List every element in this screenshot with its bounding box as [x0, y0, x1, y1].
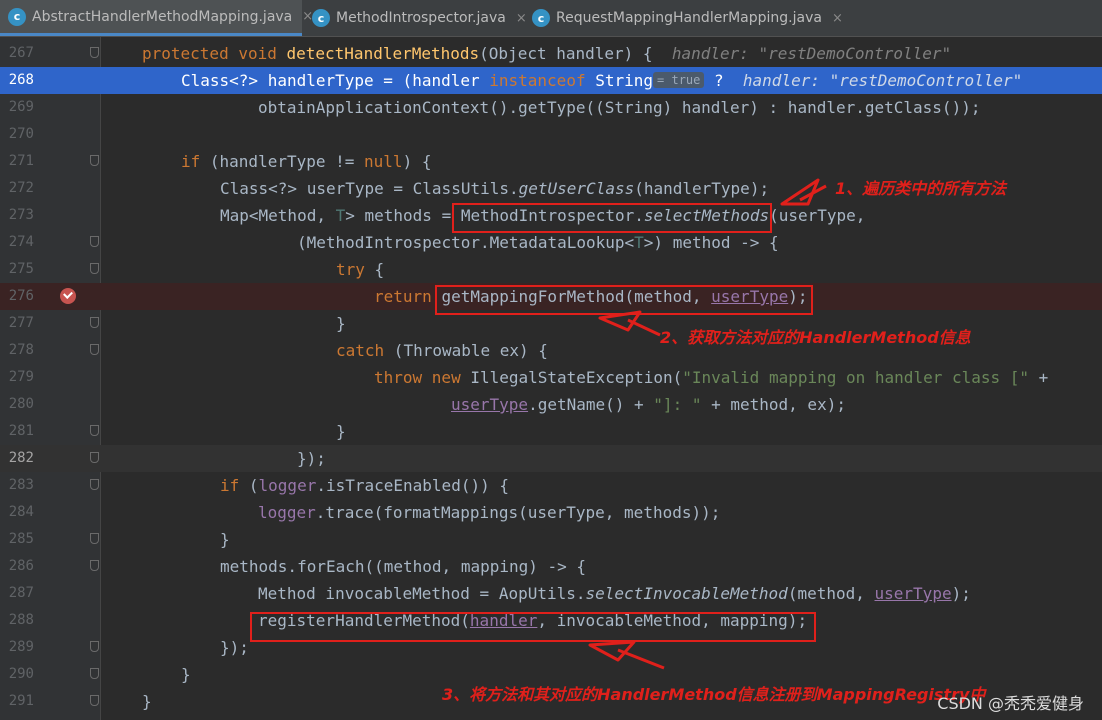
- fold-icon[interactable]: [90, 533, 99, 544]
- annotation-step-2: 2、获取方法对应的HandlerMethod信息: [660, 328, 971, 347]
- editor-tab-bar: c AbstractHandlerMethodMapping.java × c …: [0, 0, 1102, 37]
- code-text: Class<?> userType = ClassUtils.getUserCl…: [220, 179, 770, 198]
- fold-icon[interactable]: [90, 668, 99, 679]
- java-class-icon: c: [312, 9, 330, 27]
- code-line[interactable]: 285 }: [0, 526, 1102, 553]
- code-text: (MethodIntrospector.MetadataLookup<T>) m…: [297, 233, 779, 252]
- tab-label: AbstractHandlerMethodMapping.java: [32, 8, 293, 25]
- fold-icon[interactable]: [90, 452, 99, 463]
- annotation-step-3: 3、将方法和其对应的HandlerMethod信息注册到MappingRegis…: [442, 685, 986, 704]
- code-text: if (logger.isTraceEnabled()) {: [220, 476, 509, 495]
- code-text: }: [336, 422, 346, 441]
- code-text: Class<?> handlerType = (handler instance…: [181, 71, 1023, 90]
- code-text: }: [220, 530, 230, 549]
- java-class-icon: c: [8, 7, 26, 26]
- code-line[interactable]: 267 protected void detectHandlerMethods(…: [0, 40, 1102, 67]
- code-line[interactable]: 280 userType.getName() + "]: " + method,…: [0, 391, 1102, 418]
- inlay-hint: handler: "restDemoController": [671, 44, 952, 63]
- line-number: 278: [8, 342, 34, 358]
- line-number: 274: [8, 234, 34, 250]
- fold-icon[interactable]: [90, 695, 99, 706]
- line-number: 281: [8, 423, 34, 439]
- code-line[interactable]: 283 if (logger.isTraceEnabled()) {: [0, 472, 1102, 499]
- code-text: throw new IllegalStateException("Invalid…: [374, 368, 1049, 387]
- line-number: 282: [8, 450, 34, 466]
- code-line[interactable]: 270: [0, 121, 1102, 148]
- tab-label: MethodIntrospector.java: [336, 10, 506, 26]
- code-line[interactable]: 271 if (handlerType != null) {: [0, 148, 1102, 175]
- code-text: }: [142, 692, 152, 711]
- code-text: }: [181, 665, 191, 684]
- line-number: 269: [8, 99, 34, 115]
- highlight-box-select-methods: [452, 203, 772, 233]
- code-text: catch (Throwable ex) {: [336, 341, 548, 360]
- line-number: 271: [8, 153, 34, 169]
- tab-label: RequestMappingHandlerMapping.java: [556, 10, 822, 26]
- fold-icon[interactable]: [90, 236, 99, 247]
- code-line-selected[interactable]: 268 Class<?> handlerType = (handler inst…: [0, 67, 1102, 94]
- line-number: 291: [8, 693, 34, 709]
- line-number: 290: [8, 666, 34, 682]
- inlay-hint: handler: "restDemoController": [742, 71, 1023, 90]
- line-number: 273: [8, 207, 34, 223]
- line-number: 268: [8, 72, 34, 88]
- line-number: 272: [8, 180, 34, 196]
- code-text: Method invocableMethod = AopUtils.select…: [258, 584, 971, 603]
- code-text: logger.trace(formatMappings(userType, me…: [258, 503, 721, 522]
- code-line[interactable]: 287 Method invocableMethod = AopUtils.se…: [0, 580, 1102, 607]
- line-number: 289: [8, 639, 34, 655]
- code-text: if (handlerType != null) {: [181, 152, 432, 171]
- highlight-box-register-handler: [250, 612, 816, 642]
- code-text: obtainApplicationContext().getType((Stri…: [258, 98, 981, 117]
- line-number: 277: [8, 315, 34, 331]
- line-number: 276: [8, 288, 34, 304]
- fold-icon[interactable]: [90, 425, 99, 436]
- code-line[interactable]: 269 obtainApplicationContext().getType((…: [0, 94, 1102, 121]
- line-number: 286: [8, 558, 34, 574]
- fold-icon[interactable]: [90, 560, 99, 571]
- inline-value-badge: = true: [653, 72, 705, 88]
- code-line[interactable]: 286 methods.forEach((method, mapping) ->…: [0, 553, 1102, 580]
- code-line[interactable]: 284 logger.trace(formatMappings(userType…: [0, 499, 1102, 526]
- line-number: 279: [8, 369, 34, 385]
- code-text: protected void detectHandlerMethods(Obje…: [142, 44, 952, 63]
- tab-method-introspector[interactable]: c MethodIntrospector.java ×: [304, 0, 527, 36]
- line-number: 283: [8, 477, 34, 493]
- line-number: 275: [8, 261, 34, 277]
- fold-icon[interactable]: [90, 344, 99, 355]
- code-line[interactable]: 274 (MethodIntrospector.MetadataLookup<T…: [0, 229, 1102, 256]
- line-number: 280: [8, 396, 34, 412]
- line-number: 288: [8, 612, 34, 628]
- code-text: });: [297, 449, 326, 468]
- fold-icon[interactable]: [90, 155, 99, 166]
- close-tab-icon[interactable]: ×: [832, 11, 843, 26]
- fold-icon[interactable]: [90, 317, 99, 328]
- fold-icon[interactable]: [90, 47, 99, 58]
- code-line[interactable]: 281 }: [0, 418, 1102, 445]
- annotation-step-1: 1、遍历类中的所有方法: [835, 179, 1007, 198]
- breakpoint-icon[interactable]: [60, 288, 76, 304]
- code-text: userType.getName() + "]: " + method, ex)…: [451, 395, 846, 414]
- highlight-box-get-mapping: [435, 285, 813, 315]
- code-text: });: [220, 638, 249, 657]
- code-text: try {: [336, 260, 385, 279]
- code-text: methods.forEach((method, mapping) -> {: [220, 557, 587, 576]
- line-number: 284: [8, 504, 34, 520]
- code-line[interactable]: 279 throw new IllegalStateException("Inv…: [0, 364, 1102, 391]
- fold-icon[interactable]: [90, 263, 99, 274]
- line-number: 285: [8, 531, 34, 547]
- line-number: 267: [8, 45, 34, 61]
- watermark: CSDN @秃秃爱健身: [937, 694, 1084, 713]
- java-class-icon: c: [532, 9, 550, 27]
- code-line[interactable]: 275 try {: [0, 256, 1102, 283]
- line-number: 270: [8, 126, 34, 142]
- code-line-current[interactable]: 282 });: [0, 445, 1102, 472]
- tab-abstract-handler-method-mapping[interactable]: c AbstractHandlerMethodMapping.java ×: [0, 0, 313, 36]
- line-number: 287: [8, 585, 34, 601]
- fold-icon[interactable]: [90, 479, 99, 490]
- fold-icon[interactable]: [90, 641, 99, 652]
- code-text: }: [336, 314, 346, 333]
- tab-request-mapping-handler-mapping[interactable]: c RequestMappingHandlerMapping.java ×: [524, 0, 843, 36]
